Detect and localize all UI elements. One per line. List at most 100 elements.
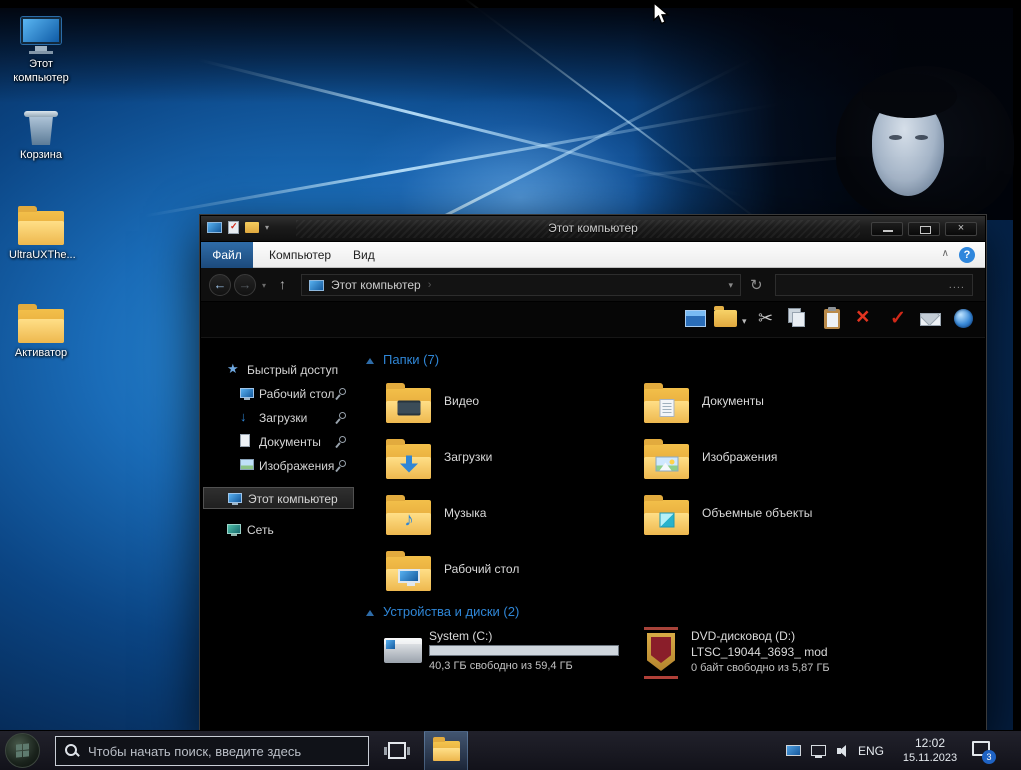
search-box[interactable]: .... bbox=[775, 274, 973, 296]
search-input[interactable] bbox=[88, 744, 359, 759]
sidebar-item-downloads[interactable]: ↓ Загрузки bbox=[203, 407, 354, 429]
sidebar-item-desktop[interactable]: Рабочий стол bbox=[203, 383, 354, 405]
desktop-icon-label: UltraUXThe... bbox=[9, 249, 73, 263]
start-button[interactable] bbox=[5, 733, 40, 768]
folder-label: Документы bbox=[702, 394, 764, 408]
folder-item-video[interactable]: Видео bbox=[386, 385, 632, 435]
ribbon-collapse-icon[interactable]: ∧ bbox=[942, 248, 949, 259]
monitor-icon bbox=[240, 388, 254, 398]
folder-item-3d-objects[interactable]: Объемные объекты bbox=[644, 497, 890, 547]
taskbar-explorer-button[interactable] bbox=[424, 731, 468, 770]
taskbar-search[interactable] bbox=[55, 736, 369, 766]
tab-file[interactable]: Файл bbox=[201, 242, 253, 268]
task-view-icon[interactable] bbox=[388, 742, 406, 759]
monitor-glyph-icon bbox=[398, 569, 420, 583]
folder-item-pictures[interactable]: Изображения bbox=[644, 441, 890, 491]
drive-item-c[interactable]: System (C:) 40,3 ГБ свободно из 59,4 ГБ bbox=[384, 629, 634, 689]
desktop-icon-label: Корзина bbox=[9, 149, 73, 163]
desktop-icon-label: Этот компьютер bbox=[9, 58, 73, 86]
collapse-triangle-icon[interactable] bbox=[366, 358, 374, 364]
view-icon[interactable] bbox=[685, 310, 706, 327]
desktop-icon-recycle-bin[interactable]: Корзина bbox=[9, 103, 73, 163]
collapse-triangle-icon[interactable] bbox=[366, 610, 374, 616]
mail-icon[interactable] bbox=[920, 313, 941, 326]
address-dropdown-icon[interactable]: ▾ bbox=[728, 280, 733, 291]
notification-badge: 3 bbox=[982, 750, 996, 764]
search-text: .... bbox=[949, 279, 965, 291]
section-header-folders[interactable]: Папки (7) bbox=[366, 352, 439, 367]
new-folder-dropdown-icon[interactable]: ▾ bbox=[742, 316, 747, 327]
close-button[interactable]: × bbox=[945, 222, 977, 236]
mouse-cursor bbox=[653, 2, 675, 26]
new-folder-icon[interactable] bbox=[714, 310, 737, 327]
tab-view[interactable]: Вид bbox=[353, 242, 375, 268]
folder-label: Рабочий стол bbox=[444, 562, 519, 576]
folder-label: Изображения bbox=[702, 450, 777, 464]
folder-item-documents[interactable]: Документы bbox=[644, 385, 890, 435]
tray-display-icon[interactable] bbox=[786, 745, 801, 756]
sidebar-item-documents[interactable]: Документы bbox=[203, 431, 354, 453]
sidebar-item-pictures[interactable]: Изображения bbox=[203, 455, 354, 477]
sidebar-item-quick-access[interactable]: ★ Быстрый доступ bbox=[203, 359, 354, 381]
tray-network-icon[interactable] bbox=[811, 745, 826, 756]
folder-label: Видео bbox=[444, 394, 479, 408]
caption-buttons: × bbox=[871, 222, 977, 236]
folder-icon bbox=[9, 203, 73, 245]
star-icon: ★ bbox=[227, 361, 239, 377]
address-location[interactable]: Этот компьютер bbox=[331, 278, 421, 292]
drive-name: System (C:) bbox=[429, 629, 492, 643]
sidebar-item-label: Этот компьютер bbox=[248, 488, 338, 510]
desktop-icon-this-pc[interactable]: Этот компьютер bbox=[9, 12, 73, 86]
section-header-devices[interactable]: Устройства и диски (2) bbox=[366, 604, 519, 619]
navigation-pane: ★ Быстрый доступ Рабочий стол ↓ Загрузки… bbox=[201, 338, 356, 730]
picture-icon bbox=[240, 459, 254, 470]
music-glyph-icon: ♪ bbox=[404, 511, 414, 530]
dvd-free-space: 0 байт свободно из 5,87 ГБ bbox=[691, 660, 830, 676]
title-bar[interactable]: ▾ Этот компьютер × bbox=[201, 216, 985, 242]
breadcrumb-separator-icon: › bbox=[428, 279, 432, 291]
tray-volume-icon[interactable] bbox=[837, 745, 853, 757]
back-button[interactable]: ← bbox=[209, 274, 231, 296]
delete-icon[interactable]: × bbox=[856, 303, 869, 330]
desktop-icon-activator[interactable]: Активатор bbox=[9, 301, 73, 361]
recent-locations-icon[interactable]: ▾ bbox=[262, 281, 266, 290]
sidebar-item-network[interactable]: Сеть bbox=[203, 519, 354, 541]
paste-icon[interactable] bbox=[824, 309, 840, 329]
folder-item-desktop[interactable]: Рабочий стол bbox=[386, 553, 632, 603]
drive-free-space: 40,3 ГБ свободно из 59,4 ГБ bbox=[429, 660, 573, 672]
up-button[interactable]: ↑ bbox=[279, 276, 286, 292]
forward-button[interactable]: → bbox=[234, 274, 256, 296]
copy-icon[interactable] bbox=[792, 312, 805, 327]
help-button[interactable]: ? bbox=[959, 247, 975, 263]
windows-logo-icon bbox=[16, 743, 29, 757]
cut-icon[interactable]: ✂ bbox=[758, 308, 773, 329]
search-icon bbox=[65, 744, 79, 758]
computer-icon bbox=[228, 493, 242, 503]
wallpaper-top-shade bbox=[0, 8, 1013, 103]
clock[interactable]: 12:02 15.11.2023 bbox=[896, 736, 964, 765]
pin-icon bbox=[334, 436, 346, 448]
language-indicator[interactable]: ENG bbox=[858, 744, 884, 758]
desktop-icon-ultraux[interactable]: UltraUXThe... bbox=[9, 203, 73, 263]
refresh-button[interactable]: ↻ bbox=[750, 276, 763, 294]
minimize-button[interactable] bbox=[871, 222, 903, 236]
window-title: Этот компьютер bbox=[201, 221, 985, 235]
address-bar-row: ← → ▾ ↑ Этот компьютер › ▾ ↻ .... bbox=[201, 268, 985, 302]
hard-drive-icon bbox=[384, 638, 422, 663]
maximize-button[interactable] bbox=[908, 222, 940, 236]
drive-item-dvd[interactable]: DVD-дисковод (D:) LTSC_19044_3693_ mod 0… bbox=[634, 626, 934, 688]
apply-icon[interactable]: ✓ bbox=[890, 307, 906, 330]
file-list: Папки (7) Видео Документы Загрузки bbox=[356, 338, 985, 730]
folder-item-downloads[interactable]: Загрузки bbox=[386, 441, 632, 491]
computer-icon bbox=[9, 12, 73, 54]
tab-computer[interactable]: Компьютер bbox=[269, 242, 331, 268]
network-globe-icon[interactable] bbox=[954, 309, 973, 328]
sidebar-item-label: Быстрый доступ bbox=[247, 359, 338, 381]
folder-item-music[interactable]: ♪ Музыка bbox=[386, 497, 632, 547]
sidebar-item-label: Загрузки bbox=[259, 407, 307, 429]
clock-date: 15.11.2023 bbox=[896, 751, 964, 765]
download-glyph-icon bbox=[400, 456, 418, 473]
cube-glyph-icon bbox=[660, 513, 675, 528]
address-bar[interactable]: Этот компьютер › ▾ bbox=[301, 274, 741, 296]
sidebar-item-this-pc[interactable]: Этот компьютер bbox=[203, 487, 354, 509]
